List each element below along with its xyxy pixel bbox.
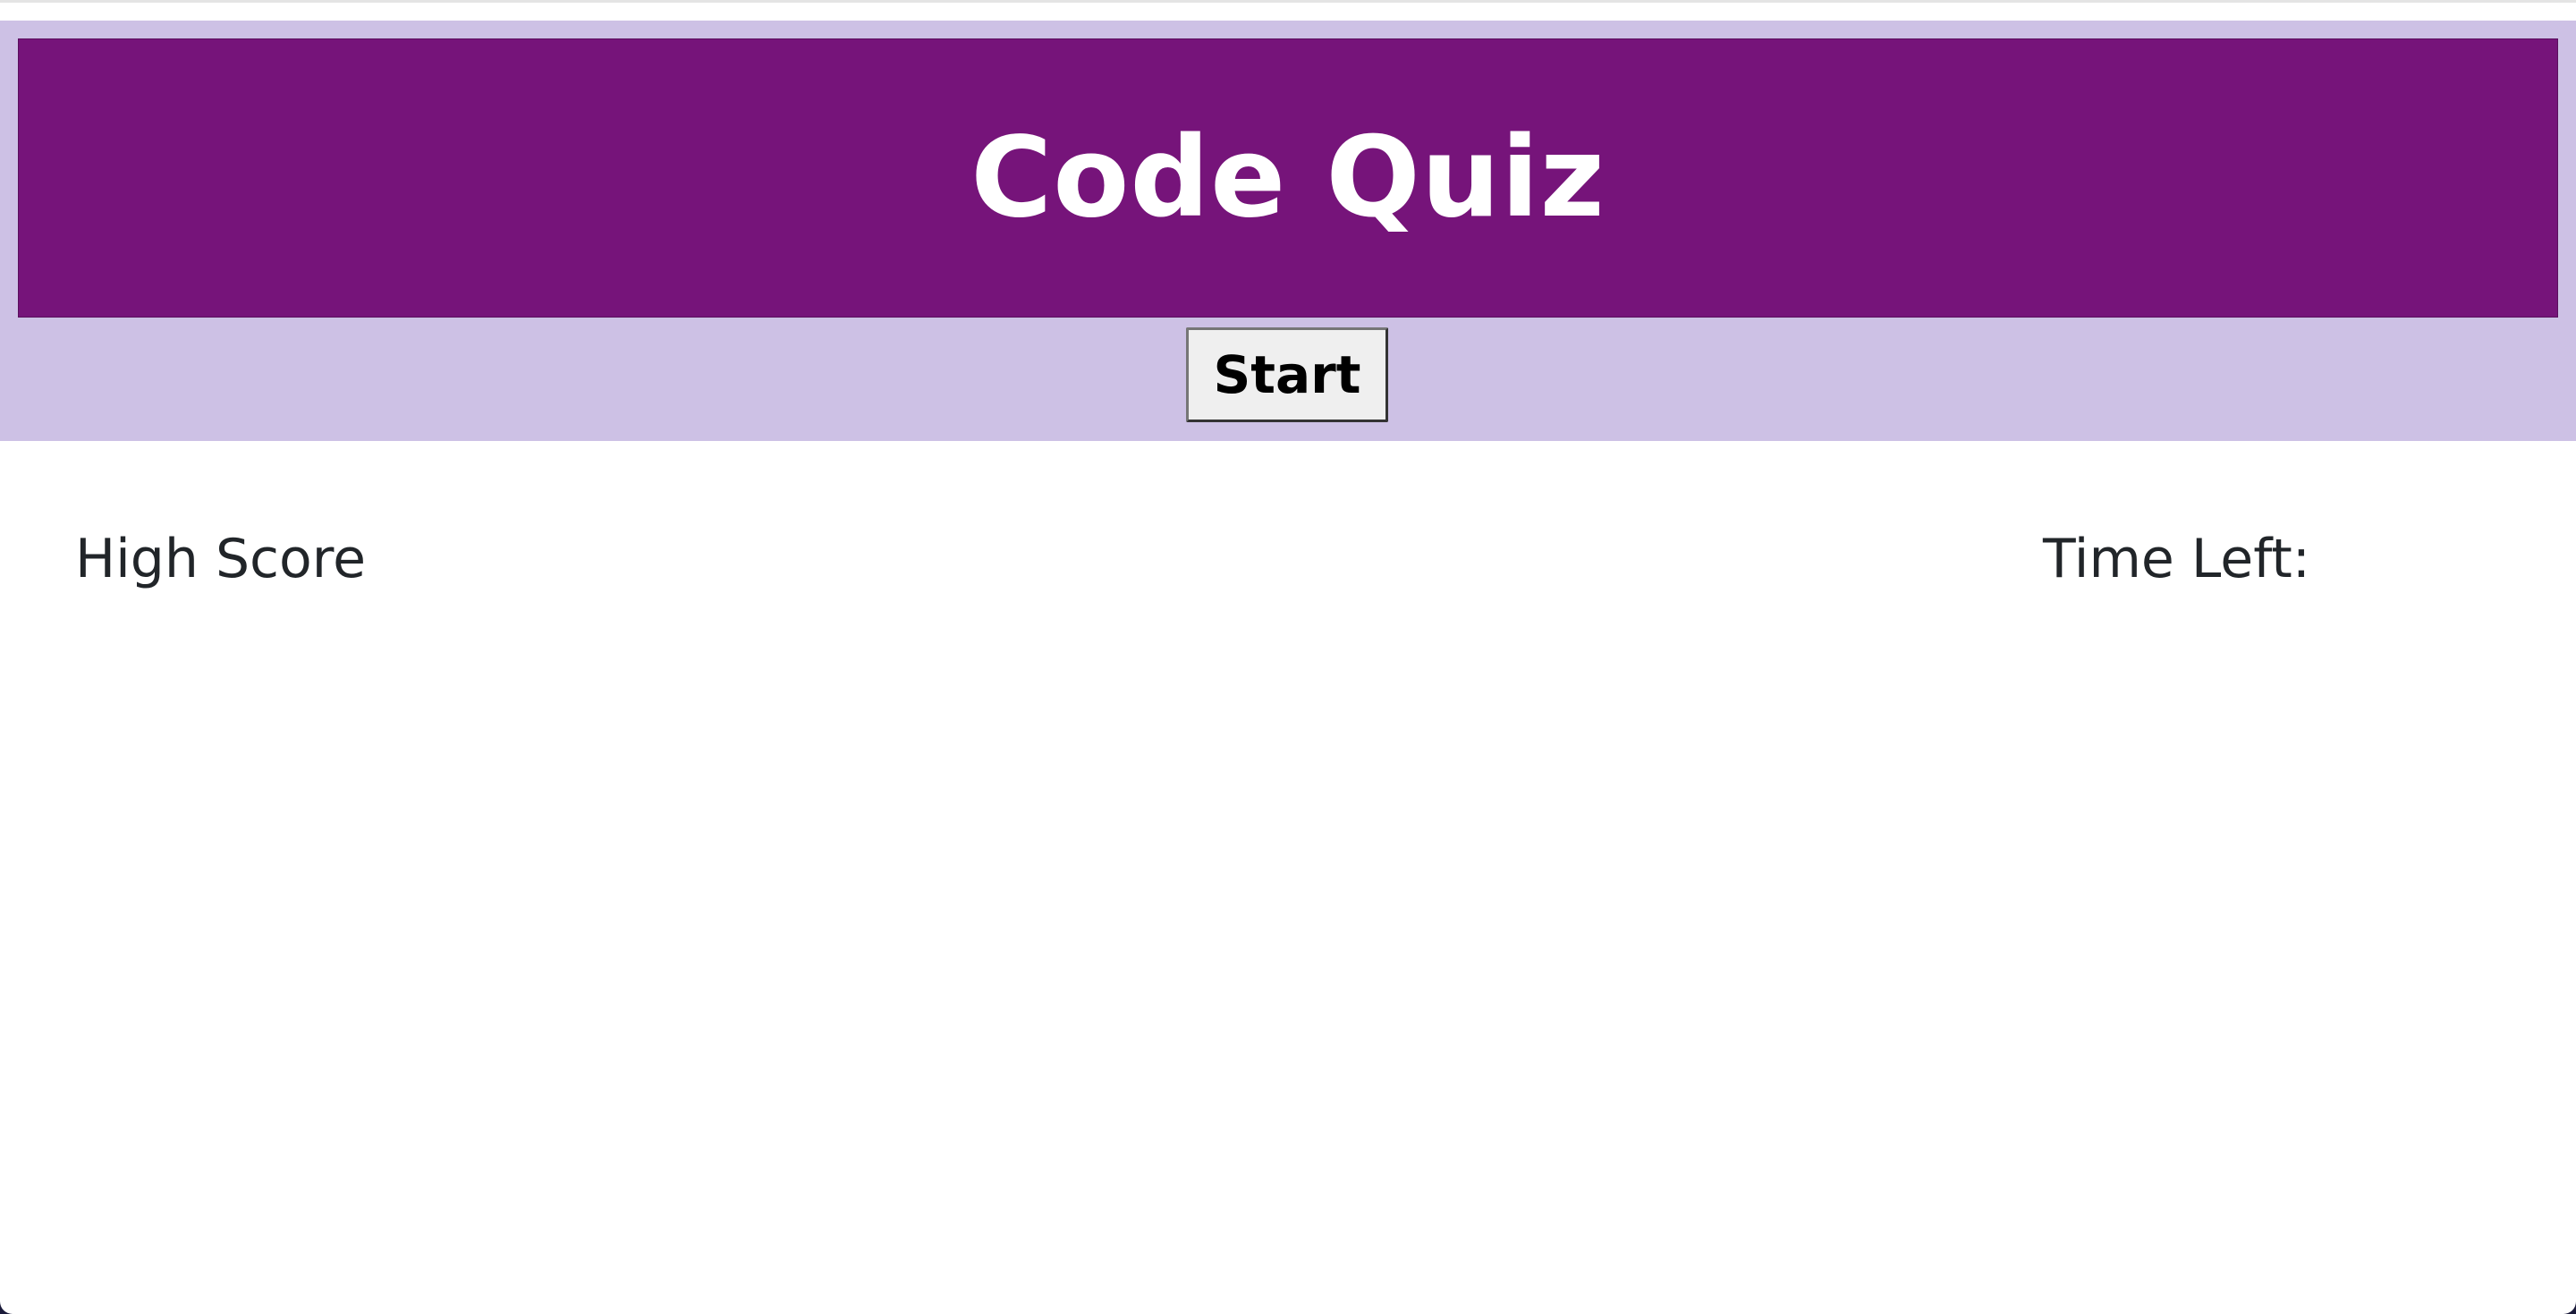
high-score-link[interactable]: High Score (75, 523, 366, 595)
title-bar: Code Quiz (18, 38, 2558, 318)
page: Code Quiz Start High Score Time Left: (0, 0, 2576, 1314)
time-left-label: Time Left: (2043, 528, 2311, 590)
start-button[interactable]: Start (1186, 327, 1388, 422)
header-band: Code Quiz Start (0, 21, 2576, 441)
status-row: High Score Time Left: (0, 523, 2576, 595)
page-title: Code Quiz (970, 114, 1606, 242)
window-top-spacer (0, 3, 2576, 21)
